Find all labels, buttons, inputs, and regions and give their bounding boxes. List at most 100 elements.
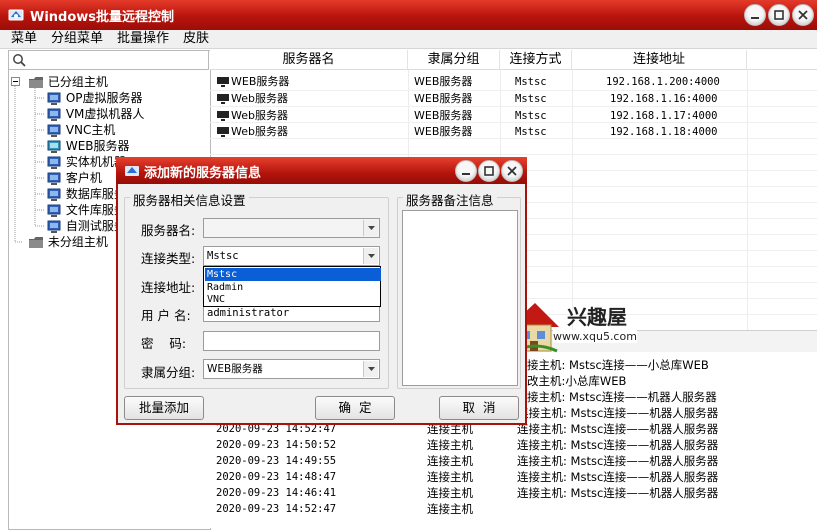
batch-add-button[interactable]: 批量添加 — [124, 396, 204, 420]
cell-method: Mstsc — [515, 110, 547, 122]
connection-type-value: Mstsc — [207, 250, 239, 262]
chevron-down-icon — [367, 226, 375, 230]
log-bottom-mask — [210, 517, 817, 528]
label-password: 密 码: — [141, 336, 187, 351]
log-time: 2020-09-23 14:46:41 — [216, 487, 337, 499]
menu-item-skin[interactable]: 皮肤 — [183, 30, 209, 48]
cell-name: WEB服务器 — [231, 75, 290, 88]
log-action: 连接主机 — [427, 502, 473, 516]
cell-address: 192.168.1.16:4000 — [610, 93, 718, 105]
minimize-button[interactable] — [744, 4, 766, 26]
connection-type-dropdown-button[interactable] — [363, 248, 378, 264]
window-title: Windows批量远程控制 — [30, 10, 175, 25]
password-input[interactable] — [203, 331, 380, 351]
server-name-combo[interactable] — [203, 218, 380, 238]
close-icon — [798, 10, 808, 20]
ok-button[interactable]: 确 定 — [315, 396, 395, 420]
log-time: 2020-09-23 14:52:47 — [216, 503, 337, 515]
minimize-icon — [751, 17, 759, 19]
maximize-button[interactable] — [768, 4, 790, 26]
server-name-dropdown-button[interactable] — [363, 220, 378, 236]
tree-item-group[interactable]: WEB服务器 — [46, 138, 130, 154]
computer-icon — [47, 188, 61, 201]
tree-item-group[interactable]: VM虚拟机器人 — [46, 106, 144, 122]
row-divider — [210, 106, 817, 107]
chevron-down-icon — [367, 254, 375, 258]
tree-collapse-toggle[interactable] — [11, 77, 20, 86]
window-title-bar: Windows批量远程控制 — [0, 0, 817, 30]
column-header-address[interactable]: 连接地址 — [572, 50, 747, 70]
tree-item-group[interactable]: 客户机 — [46, 170, 102, 186]
tree-label: 未分组主机 — [47, 235, 108, 249]
column-header-method[interactable]: 连接方式 — [500, 50, 572, 70]
log-time: 2020-09-23 14:49:55 — [216, 455, 337, 467]
column-header-name[interactable]: 服务器名 — [210, 50, 408, 70]
username-value: administrator — [207, 307, 290, 319]
tree-root-ungrouped[interactable]: 未分组主机 — [28, 234, 108, 250]
log-detail: 改主机:小总库WEB — [527, 374, 627, 388]
monitor-icon — [217, 127, 229, 137]
dialog-minimize-button[interactable] — [455, 160, 477, 182]
log-time: 2020-09-23 14:48:47 — [216, 471, 337, 483]
column-header-group[interactable]: 隶属分组 — [408, 50, 500, 70]
dropdown-option-mstsc[interactable]: Mstsc — [205, 268, 381, 281]
search-input[interactable] — [8, 50, 209, 70]
monitor-icon — [217, 111, 229, 121]
computer-icon — [47, 92, 61, 105]
tree-item-group[interactable]: 文件库服务 — [46, 202, 126, 218]
log-action: 连接主机 — [427, 470, 473, 484]
notes-textarea[interactable] — [402, 210, 518, 386]
dialog-maximize-button[interactable] — [478, 160, 500, 182]
maximize-icon — [774, 10, 784, 20]
minus-icon — [13, 81, 18, 82]
tree-label: OP虚拟服务器 — [65, 91, 143, 105]
group-select[interactable]: WEB服务器 — [203, 359, 380, 379]
dropdown-option-vnc[interactable]: VNC — [205, 293, 381, 306]
label-connection-address: 连接地址: — [141, 280, 196, 295]
cell-method: Mstsc — [515, 126, 547, 138]
row-divider — [210, 138, 817, 139]
log-detail: 接主机: Mstsc连接——机器人服务器 — [527, 390, 717, 404]
log-detail: 连接主机: Mstsc连接——机器人服务器 — [517, 406, 719, 420]
tree-label: VNC主机 — [65, 123, 116, 137]
folder-icon — [29, 77, 43, 88]
chevron-down-icon — [367, 367, 375, 371]
tree-item-group[interactable]: VNC主机 — [46, 122, 115, 138]
tree-root-grouped[interactable]: 已分组主机 — [28, 74, 108, 90]
tree-label: VM虚拟机器人 — [65, 107, 145, 121]
cell-name: Web服务器 — [231, 125, 288, 138]
log-detail: 连接主机: Mstsc连接——机器人服务器 — [517, 422, 719, 436]
menu-bar: 菜单 分组菜单 批量操作 皮肤 — [0, 30, 817, 49]
log-action: 连接主机 — [427, 454, 473, 468]
menu-item-menu[interactable]: 菜单 — [11, 30, 37, 48]
dialog-title-bar: 添加新的服务器信息 — [116, 157, 527, 184]
tree-item-group[interactable]: OP虚拟服务器 — [46, 90, 143, 106]
group-value: WEB服务器 — [207, 363, 263, 375]
log-detail: 接主机: Mstsc连接——小总库WEB — [527, 358, 709, 372]
close-icon — [507, 166, 517, 176]
tree-item-group[interactable]: 实体机机器 — [46, 154, 126, 170]
cell-group: WEB服务器 — [414, 125, 473, 138]
column-header-filler — [747, 50, 817, 70]
computer-icon — [47, 220, 61, 233]
tree-item-group[interactable]: 自测试服务 — [46, 218, 126, 234]
menu-item-batch[interactable]: 批量操作 — [117, 30, 169, 48]
dialog-close-button[interactable] — [501, 160, 523, 182]
label-connection-type: 连接类型: — [141, 251, 196, 266]
watermark-brand: 兴趣屋 — [567, 305, 627, 329]
computer-icon — [47, 172, 61, 185]
tree-item-group[interactable]: 数据库服务 — [46, 186, 126, 202]
group-dropdown-button[interactable] — [363, 361, 378, 377]
log-action: 连接主机 — [427, 438, 473, 452]
log-detail: 连接主机: Mstsc连接——机器人服务器 — [517, 486, 719, 500]
menu-item-group-menu[interactable]: 分组菜单 — [51, 30, 103, 48]
log-detail: 连接主机: Mstsc连接——机器人服务器 — [517, 470, 719, 484]
row-divider — [210, 122, 817, 123]
dialog-title: 添加新的服务器信息 — [144, 166, 262, 181]
close-button[interactable] — [792, 4, 814, 26]
cell-group: WEB服务器 — [414, 109, 473, 122]
connection-type-select[interactable]: Mstsc — [203, 246, 380, 266]
cancel-button[interactable]: 取 消 — [439, 396, 519, 420]
computer-icon — [47, 108, 61, 121]
label-server-name: 服务器名: — [141, 223, 196, 238]
